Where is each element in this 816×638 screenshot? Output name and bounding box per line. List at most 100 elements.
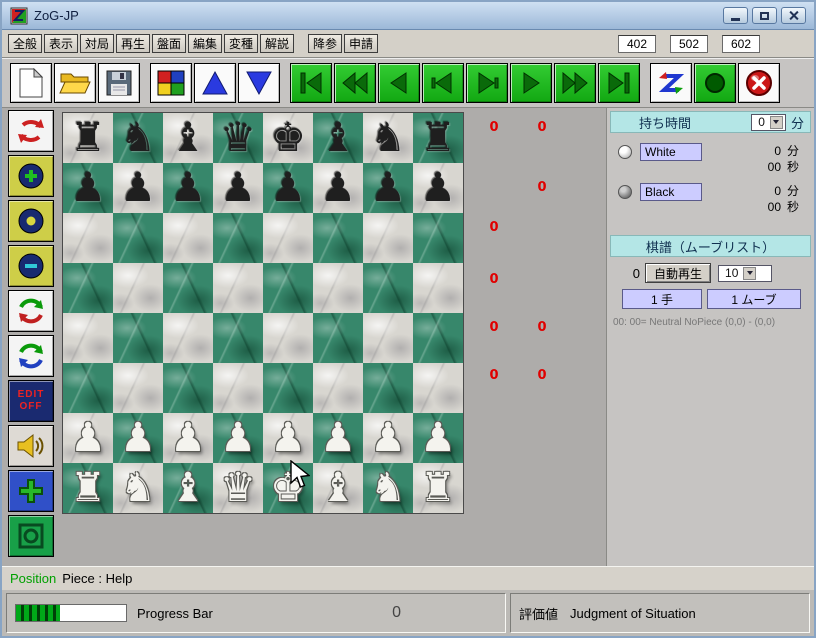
board-square[interactable]: ♚ (263, 113, 313, 163)
move-cross-button[interactable] (8, 470, 54, 512)
board-square[interactable]: ♝ (313, 113, 363, 163)
board-square[interactable]: ♟ (363, 163, 413, 213)
board-square[interactable] (413, 263, 463, 313)
board-square[interactable]: ♚ (263, 463, 313, 513)
board-square[interactable] (213, 213, 263, 263)
board-square[interactable] (413, 363, 463, 413)
board-square[interactable] (63, 213, 113, 263)
board-square[interactable]: ♟ (113, 163, 163, 213)
one-move-button[interactable]: 1 ムーブ (707, 289, 801, 309)
board-square[interactable]: ♝ (163, 113, 213, 163)
menu-game[interactable]: 対局 (80, 34, 114, 53)
board-square[interactable]: ♟ (113, 413, 163, 463)
zoom-in-button[interactable] (8, 155, 54, 197)
time-dropdown[interactable]: 0 (751, 113, 786, 131)
board-square[interactable]: ♟ (163, 413, 213, 463)
board-square[interactable] (363, 313, 413, 363)
board-square[interactable]: ♞ (363, 113, 413, 163)
board-square[interactable]: ♟ (213, 413, 263, 463)
record-button[interactable] (694, 63, 736, 103)
menu-general[interactable]: 全般 (8, 34, 42, 53)
board-square[interactable] (213, 363, 263, 413)
close-button[interactable] (781, 7, 806, 24)
board-square[interactable] (263, 313, 313, 363)
nav-prev-button[interactable] (422, 63, 464, 103)
menu-replay[interactable]: 再生 (116, 34, 150, 53)
board-square[interactable] (63, 263, 113, 313)
white-color-indicator[interactable] (618, 145, 632, 159)
board-square[interactable]: ♟ (263, 163, 313, 213)
board-square[interactable]: ♟ (413, 163, 463, 213)
open-folder-button[interactable] (54, 63, 96, 103)
triangle-up-button[interactable] (194, 63, 236, 103)
board-square[interactable] (163, 363, 213, 413)
player-name[interactable]: White (640, 143, 702, 161)
board-square[interactable] (63, 313, 113, 363)
close-board-button[interactable] (738, 63, 780, 103)
nav-start-button[interactable] (290, 63, 332, 103)
refresh-a-button[interactable] (8, 290, 54, 332)
request-button[interactable]: 申請 (344, 34, 378, 53)
board-square[interactable] (163, 313, 213, 363)
board-square[interactable] (163, 213, 213, 263)
one-te-button[interactable]: 1 手 (622, 289, 702, 309)
board-square[interactable] (113, 263, 163, 313)
speed-dropdown[interactable]: 10 (718, 264, 773, 282)
board-square[interactable] (263, 363, 313, 413)
new-file-button[interactable] (10, 63, 52, 103)
board-square[interactable]: ♞ (363, 463, 413, 513)
minimize-button[interactable] (723, 7, 748, 24)
board-square[interactable] (163, 263, 213, 313)
menu-variant[interactable]: 変種 (224, 34, 258, 53)
board-square[interactable] (63, 363, 113, 413)
board-square[interactable] (313, 213, 363, 263)
edit-off-button[interactable]: EDIT OFF (8, 380, 54, 422)
zoom-out-button[interactable] (8, 245, 54, 287)
board-square[interactable]: ♟ (163, 163, 213, 213)
board-square[interactable] (313, 263, 363, 313)
board-square[interactable] (213, 313, 263, 363)
nav-end-button[interactable] (598, 63, 640, 103)
board-square[interactable]: ♜ (63, 463, 113, 513)
rotate-board-button[interactable] (8, 110, 54, 152)
board-square[interactable] (213, 263, 263, 313)
menu-edit[interactable]: 編集 (188, 34, 222, 53)
chevron-down-icon[interactable] (769, 115, 783, 129)
maximize-button[interactable] (752, 7, 777, 24)
board-square[interactable]: ♟ (213, 163, 263, 213)
board-square[interactable]: ♞ (113, 113, 163, 163)
snapshot-button[interactable] (8, 515, 54, 557)
board-square[interactable]: ♞ (113, 463, 163, 513)
save-button[interactable] (98, 63, 140, 103)
nav-rewind-button[interactable] (334, 63, 376, 103)
nav-back-button[interactable] (378, 63, 420, 103)
board-square[interactable] (413, 313, 463, 363)
board-square[interactable]: ♛ (213, 113, 263, 163)
board-square[interactable] (313, 363, 363, 413)
board-square[interactable]: ♟ (63, 413, 113, 463)
player-name[interactable]: Black (640, 183, 702, 201)
board-square[interactable]: ♟ (63, 163, 113, 213)
board-square[interactable]: ♟ (313, 163, 363, 213)
board-square[interactable] (413, 213, 463, 263)
board-square[interactable] (363, 263, 413, 313)
board-square[interactable] (263, 263, 313, 313)
record-dot-button[interactable] (8, 200, 54, 242)
z-moves-button[interactable] (650, 63, 692, 103)
board-square[interactable] (113, 213, 163, 263)
board-square[interactable] (363, 363, 413, 413)
board-square[interactable]: ♜ (413, 113, 463, 163)
board-square[interactable]: ♛ (213, 463, 263, 513)
board-square[interactable]: ♜ (413, 463, 463, 513)
board-square[interactable] (363, 213, 413, 263)
nav-fast-forward-button[interactable] (554, 63, 596, 103)
board-square[interactable]: ♜ (63, 113, 113, 163)
board-square[interactable]: ♟ (263, 413, 313, 463)
board-square[interactable] (113, 363, 163, 413)
menu-help[interactable]: 解説 (260, 34, 294, 53)
menu-board[interactable]: 盤面 (152, 34, 186, 53)
display-colors-button[interactable] (150, 63, 192, 103)
board-square[interactable] (263, 213, 313, 263)
nav-forward-button[interactable] (510, 63, 552, 103)
board-square[interactable]: ♟ (313, 413, 363, 463)
